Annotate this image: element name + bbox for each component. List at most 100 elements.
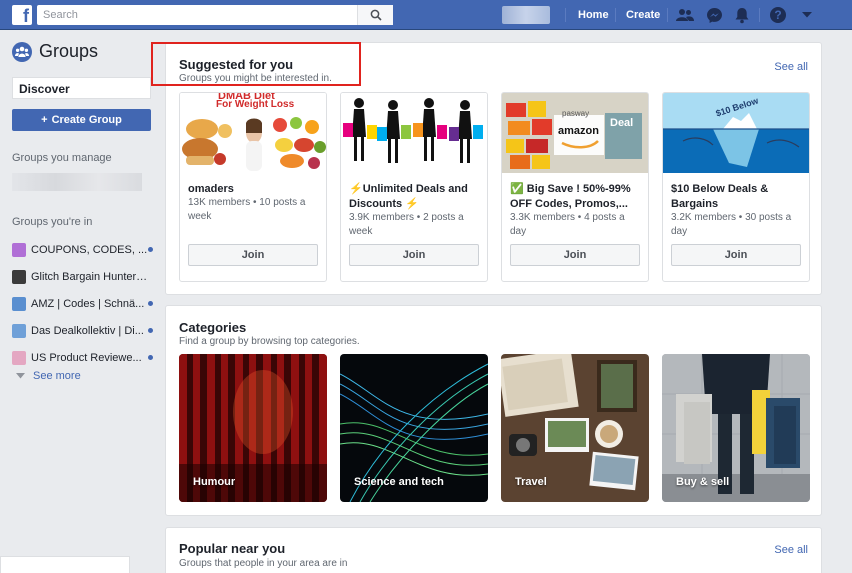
discover-tab[interactable]: Discover — [12, 77, 151, 99]
image-caption: For Weight Loss — [216, 99, 295, 110]
image-caption: Deal — [610, 117, 634, 129]
join-button[interactable]: Join — [671, 244, 801, 266]
nav-divider — [615, 8, 616, 22]
help-icon[interactable]: ? — [769, 6, 787, 24]
category-label: Buy & sell — [676, 476, 730, 488]
sidebar-footer-box — [0, 556, 130, 573]
sidebar-group-item[interactable]: COUPONS, CODES, ... — [12, 236, 157, 263]
sidebar-group-name: COUPONS, CODES, ... — [31, 243, 148, 256]
group-name[interactable]: omaders — [188, 182, 320, 197]
sidebar-group-name: AMZ | Codes | Schnä... — [31, 297, 145, 310]
categories-subtitle: Find a group by browsing top categories. — [179, 336, 360, 347]
groups-title: Groups — [39, 41, 99, 61]
sidebar-group-item[interactable]: US Product Reviewe... — [12, 344, 157, 371]
category-label: Humour — [193, 476, 236, 488]
search-icon — [370, 9, 382, 21]
group-thumbnail — [12, 323, 26, 338]
group-cover-image[interactable]: pasway amazon Deal — [502, 93, 648, 173]
suggested-section: Suggested for you Groups you might be in… — [165, 42, 822, 295]
facebook-logo[interactable]: f — [12, 5, 32, 25]
see-more-link[interactable]: See more — [16, 370, 81, 382]
popular-see-all-link[interactable]: See all — [774, 544, 808, 556]
shopping-women-illustration — [343, 98, 483, 163]
account-menu-icon[interactable] — [798, 6, 816, 24]
search-box — [37, 5, 393, 25]
suggested-groups-grid: DMAB Diet For Weight Loss omaders 13K me… — [179, 92, 810, 282]
create-group-label: Create Group — [51, 114, 122, 126]
suggested-title: Suggested for you — [179, 57, 294, 72]
popular-subtitle: Groups that people in your area are in — [179, 558, 348, 569]
image-caption: pasway — [562, 109, 590, 118]
suggested-group-card[interactable]: $10 Below $10 Below Deals & Bargains 3.2… — [662, 92, 810, 282]
group-cover-image[interactable]: DMAB Diet For Weight Loss — [180, 93, 326, 173]
suggested-group-card[interactable]: ⚡Unlimited Deals and Discounts ⚡ 3.9K me… — [340, 92, 488, 282]
home-link[interactable]: Home — [578, 9, 609, 21]
suggested-group-card[interactable]: pasway amazon Deal ✅ Big Save ! 50%-99% … — [501, 92, 649, 282]
category-tile-science-and-tech[interactable]: Science and tech — [340, 354, 488, 502]
category-label: Science and tech — [354, 476, 444, 488]
suggested-group-card[interactable]: DMAB Diet For Weight Loss omaders 13K me… — [179, 92, 327, 282]
category-tile-buy-and-sell[interactable]: Buy & sell — [662, 354, 810, 502]
create-link[interactable]: Create — [626, 9, 660, 21]
group-name[interactable]: ⚡Unlimited Deals and Discounts ⚡ — [349, 182, 481, 212]
popular-section: Popular near you Groups that people in y… — [165, 527, 822, 573]
diet-food-illustration — [182, 117, 326, 171]
unread-indicator — [148, 328, 153, 333]
category-label: Travel — [515, 476, 547, 488]
sidebar-group-item[interactable]: Das Dealkollektiv | Di... — [12, 317, 157, 344]
group-name[interactable]: $10 Below Deals & Bargains — [671, 182, 803, 212]
category-tile-humour[interactable]: Humour — [179, 354, 327, 502]
messenger-icon[interactable] — [705, 6, 723, 24]
profile-link-blurred[interactable] — [502, 6, 550, 24]
search-input[interactable] — [37, 5, 355, 25]
group-cover-image[interactable] — [341, 93, 487, 173]
join-button[interactable]: Join — [349, 244, 479, 266]
friends-icon[interactable] — [676, 6, 694, 24]
search-button[interactable] — [357, 5, 393, 25]
join-button[interactable]: Join — [510, 244, 640, 266]
sidebar-group-item[interactable]: AMZ | Codes | Schnä... — [12, 290, 157, 317]
image-caption: amazon — [558, 125, 599, 137]
unread-indicator — [148, 355, 153, 360]
sidebar-group-name: Das Dealkollektiv | Di... — [31, 324, 144, 337]
group-thumbnail — [12, 350, 26, 365]
left-sidebar: Groups Discover + Create Group Groups yo… — [0, 31, 164, 573]
suggested-subtitle: Groups you might be interested in. — [179, 73, 332, 84]
plus-icon: + — [41, 114, 48, 126]
notifications-icon[interactable] — [733, 6, 751, 24]
group-meta: 3.9K members • 2 posts a week — [349, 212, 464, 237]
group-meta: 13K members • 10 posts a week — [188, 197, 306, 222]
sidebar-group-item[interactable]: Glitch Bargain Hunters... — [12, 263, 157, 290]
groups-heading: Groups — [12, 41, 98, 62]
groups-youre-in-heading: Groups you're in — [12, 216, 93, 228]
chevron-down-icon — [16, 373, 25, 379]
suggested-see-all-link[interactable]: See all — [774, 61, 808, 73]
group-meta: 3.3K members • 4 posts a day — [510, 212, 625, 237]
nav-divider — [667, 8, 668, 22]
nav-divider — [565, 8, 566, 22]
see-more-label: See more — [33, 370, 81, 382]
unread-indicator — [148, 247, 153, 252]
category-tile-travel[interactable]: Travel — [501, 354, 649, 502]
groups-you-manage-heading: Groups you manage — [12, 152, 112, 164]
nav-divider — [759, 8, 760, 22]
managed-group-blurred[interactable] — [12, 173, 142, 191]
member-group-list: COUPONS, CODES, ... Glitch Bargain Hunter… — [12, 236, 157, 371]
group-name[interactable]: ✅ Big Save ! 50%-99% OFF Codes, Promos,.… — [510, 182, 642, 212]
group-thumbnail — [12, 296, 26, 311]
group-cover-image[interactable]: $10 Below — [663, 93, 809, 173]
groups-icon — [12, 41, 32, 62]
group-thumbnail — [12, 269, 26, 284]
join-button[interactable]: Join — [188, 244, 318, 266]
group-thumbnail — [12, 242, 26, 257]
categories-grid: Humour Science and tech Travel Buy & sel… — [179, 354, 810, 502]
popular-title: Popular near you — [179, 541, 286, 556]
svg-text:?: ? — [774, 8, 781, 22]
categories-section: Categories Find a group by browsing top … — [165, 305, 822, 516]
create-group-button[interactable]: + Create Group — [12, 109, 151, 131]
top-navigation-bar: f Home Create ? — [0, 0, 852, 30]
categories-title: Categories — [179, 320, 247, 335]
sidebar-group-name: US Product Reviewe... — [31, 351, 142, 364]
group-meta: 3.2K members • 30 posts a day — [671, 212, 792, 237]
sidebar-group-name: Glitch Bargain Hunters... — [31, 270, 149, 283]
